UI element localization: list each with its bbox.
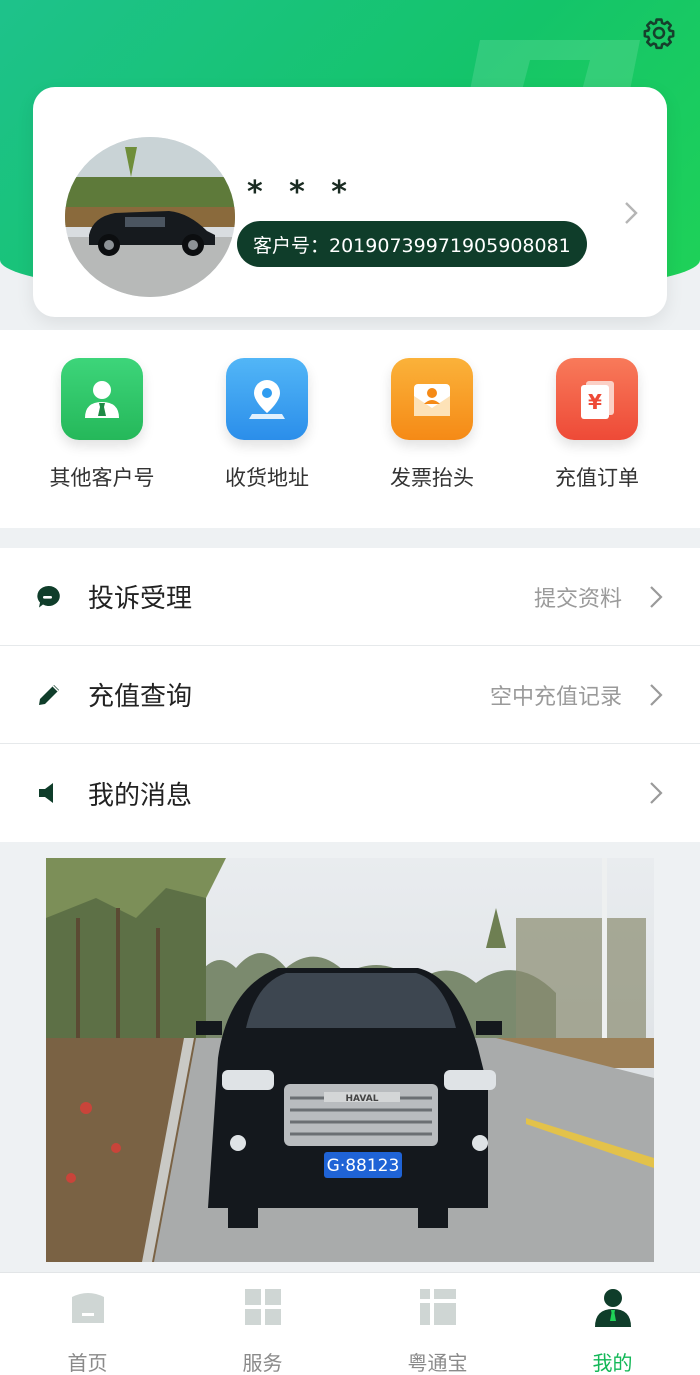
tab-label: 首页 (67, 1351, 108, 1375)
shortcut-panel: 其他客户号 收货地址 发票抬头 ¥ 充值订单 (0, 330, 700, 528)
menu-item-title: 投诉受理 (88, 584, 193, 614)
menu-item-complaint[interactable]: 投诉受理 提交资料 (0, 548, 700, 646)
shortcut-label: 其他客户号 (49, 466, 155, 490)
grid-icon (244, 1289, 281, 1325)
grille-badge: HAVAL (346, 1094, 379, 1104)
shortcut-label: 收货地址 (225, 466, 309, 490)
chevron-right-icon (650, 782, 663, 804)
tab-label: 服务 (242, 1351, 283, 1375)
tab-label: 粤通宝 (407, 1351, 468, 1375)
tab-services[interactable]: 服务 (175, 1273, 350, 1375)
shortcut-label: 充值订单 (555, 466, 639, 490)
car-photo-avatar (65, 137, 235, 297)
person-tie-icon (61, 358, 143, 440)
tab-yuetongbao[interactable]: 粤通宝 (350, 1273, 525, 1375)
dashboard-icon (419, 1289, 456, 1325)
user-icon (594, 1289, 631, 1327)
menu-list: 投诉受理 提交资料 充值查询 空中充值记录 我的消息 (0, 548, 700, 842)
menu-item-title: 我的消息 (88, 780, 193, 811)
settings-button[interactable] (640, 14, 678, 52)
yen-document-icon: ¥ (556, 358, 638, 440)
menu-item-title: 充值查询 (88, 682, 193, 712)
chevron-right-icon (650, 683, 663, 706)
customer-id-badge: 客户号：20190739971905908081 (237, 221, 587, 267)
menu-item-my-messages[interactable]: 我的消息 (0, 744, 700, 842)
profile-name: * * * (247, 175, 355, 210)
shortcut-invoice-title[interactable]: 发票抬头 (352, 358, 512, 508)
gear-icon (643, 18, 675, 50)
map-pin-icon (226, 358, 308, 440)
speaker-icon (34, 778, 64, 808)
menu-item-hint: 提交资料 (533, 586, 622, 612)
menu-item-recharge-query[interactable]: 充值查询 空中充值记录 (0, 646, 700, 744)
license-plate: G·88123 (327, 1156, 400, 1176)
shortcut-other-accounts[interactable]: 其他客户号 (22, 358, 182, 508)
envelope-person-icon (391, 358, 473, 440)
pencil-icon (34, 680, 64, 710)
shortcut-label: 发票抬头 (390, 466, 474, 490)
profile-card[interactable]: * * * 客户号：20190739971905908081 (33, 87, 667, 317)
bottom-tab-bar: 首页 服务 粤通宝 我的 (0, 1272, 700, 1375)
home-icon (71, 1293, 104, 1323)
menu-item-hint: 空中充值记录 (489, 684, 622, 710)
shortcut-recharge-orders[interactable]: ¥ 充值订单 (517, 358, 677, 508)
tab-home[interactable]: 首页 (0, 1273, 175, 1375)
tab-label: 我的 (592, 1351, 633, 1375)
car-photo: HAVAL G·88123 (46, 858, 654, 1262)
svg-text:¥: ¥ (588, 390, 602, 414)
shortcut-shipping-address[interactable]: 收货地址 (187, 358, 347, 508)
chat-bubble-icon (34, 582, 64, 612)
avatar (65, 137, 235, 297)
chevron-right-icon (625, 202, 638, 224)
tab-mine[interactable]: 我的 (525, 1273, 700, 1375)
chevron-right-icon (650, 585, 663, 608)
promo-banner[interactable]: HAVAL G·88123 (46, 858, 654, 1262)
